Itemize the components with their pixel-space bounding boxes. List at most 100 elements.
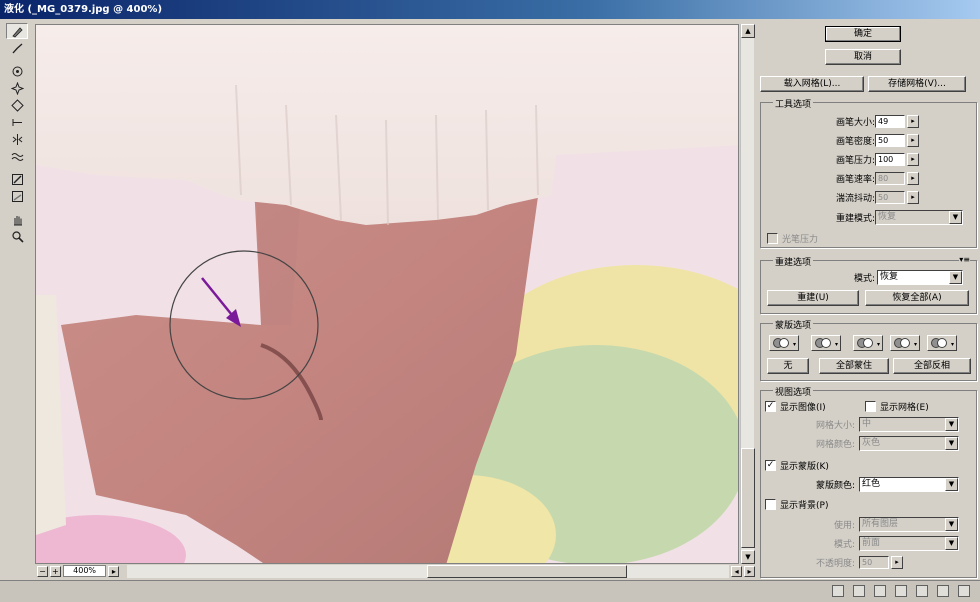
zoom-in-button[interactable]: + [49,565,61,577]
brush-pressure-label: 画笔压力: [835,155,875,166]
mask-options-group: 蒙版选项 ▾ ▾ ▾ ▾ ▾ 无 全部蒙住 全部反相 [760,318,977,381]
brush-pressure-field[interactable]: 100 [875,152,905,166]
use-label: 使用: [833,520,855,531]
turbulent-jitter-field: 50 [875,190,905,204]
mask-add-button[interactable]: ▾ [811,335,841,351]
reconstruct-tool[interactable] [6,40,28,56]
mask-color-select[interactable]: 红色 ▼ [859,476,959,492]
mesh-size-select: 中 ▼ [859,416,959,432]
restore-all-button[interactable]: 恢复全部(A) [865,290,969,306]
wave-icon [11,152,23,161]
brush-density-field[interactable]: 50 [875,133,905,147]
ok-button[interactable]: 确定 [825,26,901,42]
show-mesh-label: 显示网格(E) [880,402,929,413]
window-titlebar: 液化 (_MG_0379.jpg @ 400%) [0,0,980,19]
use-select: 所有图层 ▼ [859,516,959,532]
bloat-icon [10,98,24,112]
mirror-icon [12,133,22,145]
scroll-left-button[interactable]: ◂ [731,565,743,577]
invert-all-button[interactable]: 全部反相 [893,358,971,374]
mask-all-button[interactable]: 全部蒙住 [819,358,889,374]
reconstruct-options-title: 重建选项 [773,255,814,268]
stylus-pressure-label: 光笔压力 [782,234,819,245]
chevron-down-icon: ▼ [945,536,958,550]
layer-group-icon [916,585,928,597]
reconstruct-mode-select: 恢复 ▼ [875,209,963,225]
window-title: 液化 (_MG_0379.jpg @ 400%) [4,4,163,15]
pucker-icon [10,81,24,95]
hand-icon [13,215,22,225]
scroll-down-button[interactable]: ▼ [741,550,755,564]
brush-rate-slider-button: ▸ [907,171,919,185]
chevron-down-icon: ▼ [949,270,962,284]
turbulence-tool[interactable] [6,148,28,164]
load-mesh-button[interactable]: 载入网格(L)... [760,76,864,92]
cancel-button[interactable]: 取消 [825,49,901,65]
zoom-menu-button[interactable]: ▸ [108,565,120,577]
scroll-right-button[interactable]: ▸ [744,565,755,577]
save-mesh-button[interactable]: 存储网格(V)... [868,76,966,92]
show-image-checkbox[interactable]: ✓ [765,400,776,412]
show-image-label: 显示图像(I) [780,402,826,413]
hand-tool[interactable] [6,211,28,227]
freeze-mask-tool[interactable] [6,171,28,187]
status-bar: − + 400% ▸ ◂ ▸ [35,564,755,578]
mask-invert-button[interactable]: ▾ [927,335,957,351]
mesh-color-label: 网格颜色: [815,439,855,450]
mask-none-button[interactable]: 无 [767,358,809,374]
twirl-clockwise-tool[interactable] [6,63,28,79]
push-left-icon [12,118,22,126]
mask-subtract-button[interactable]: ▾ [853,335,883,351]
new-layer-icon [937,585,949,597]
layer-mask-icon [874,585,886,597]
stylus-pressure-checkbox [767,232,778,244]
scroll-up-button[interactable]: ▲ [741,24,755,38]
photo-preview[interactable] [36,25,739,564]
vertical-scrollbar[interactable]: ▲ ▼ [740,24,755,564]
bloat-tool[interactable] [6,97,28,113]
show-mask-checkbox[interactable]: ✓ [765,459,776,471]
chevron-down-icon: ▼ [945,517,958,531]
show-backdrop-checkbox[interactable] [765,498,776,510]
reconstruct-mode-dropdown[interactable]: 恢复 ▼ [877,269,963,285]
pucker-tool[interactable] [6,80,28,96]
layer-link-icon [832,585,844,597]
zoom-tool[interactable] [6,228,28,244]
brush-size-field[interactable]: 49 [875,114,905,128]
horizontal-scrollbar[interactable] [127,564,730,578]
backdrop-mode-select: 前面 ▼ [859,535,959,551]
zoom-out-button[interactable]: − [37,565,48,577]
chevron-down-icon: ▼ [945,477,958,491]
bottom-strip [0,580,980,602]
chevron-down-icon: ▼ [949,210,962,224]
opacity-slider-button: ▸ [891,555,903,569]
vertical-scroll-thumb[interactable] [741,448,755,548]
push-left-tool[interactable] [6,114,28,130]
opacity-field: 50 [859,555,889,569]
forward-warp-tool[interactable] [6,23,28,39]
reconstruct-button[interactable]: 重建(U) [767,290,859,306]
preview-canvas[interactable] [35,24,739,564]
chevron-down-icon: ▼ [945,436,958,450]
tool-column [6,22,30,582]
tool-options-group: 工具选项 画笔大小: 49 ▸ 画笔密度: 50 ▸ 画笔压力: 100 ▸ 画… [760,97,977,248]
brush-density-slider-button[interactable]: ▸ [907,133,919,147]
zoom-level-field[interactable]: 400% [62,565,107,577]
horizontal-scroll-thumb[interactable] [427,564,628,578]
magnifier-icon [11,230,24,243]
mask-intersect-button[interactable]: ▾ [890,335,920,351]
mesh-color-select: 灰色 ▼ [859,435,959,451]
show-mask-label: 显示蒙版(K) [780,461,829,472]
show-mesh-checkbox[interactable] [865,400,876,412]
panel-menu-icon[interactable]: ▾≡ [959,255,970,264]
thaw-mask-tool[interactable] [6,188,28,204]
mask-replace-button[interactable]: ▾ [769,335,799,351]
mirror-tool[interactable] [6,131,28,147]
tool-options-title: 工具选项 [773,97,814,110]
brush-size-slider-button[interactable]: ▸ [907,114,919,128]
mask-options-title: 蒙版选项 [773,318,814,331]
turbulent-jitter-label: 湍流抖动: [835,193,875,204]
chevron-down-icon: ▼ [945,417,958,431]
brush-size-label: 画笔大小: [835,117,875,128]
brush-pressure-slider-button[interactable]: ▸ [907,152,919,166]
